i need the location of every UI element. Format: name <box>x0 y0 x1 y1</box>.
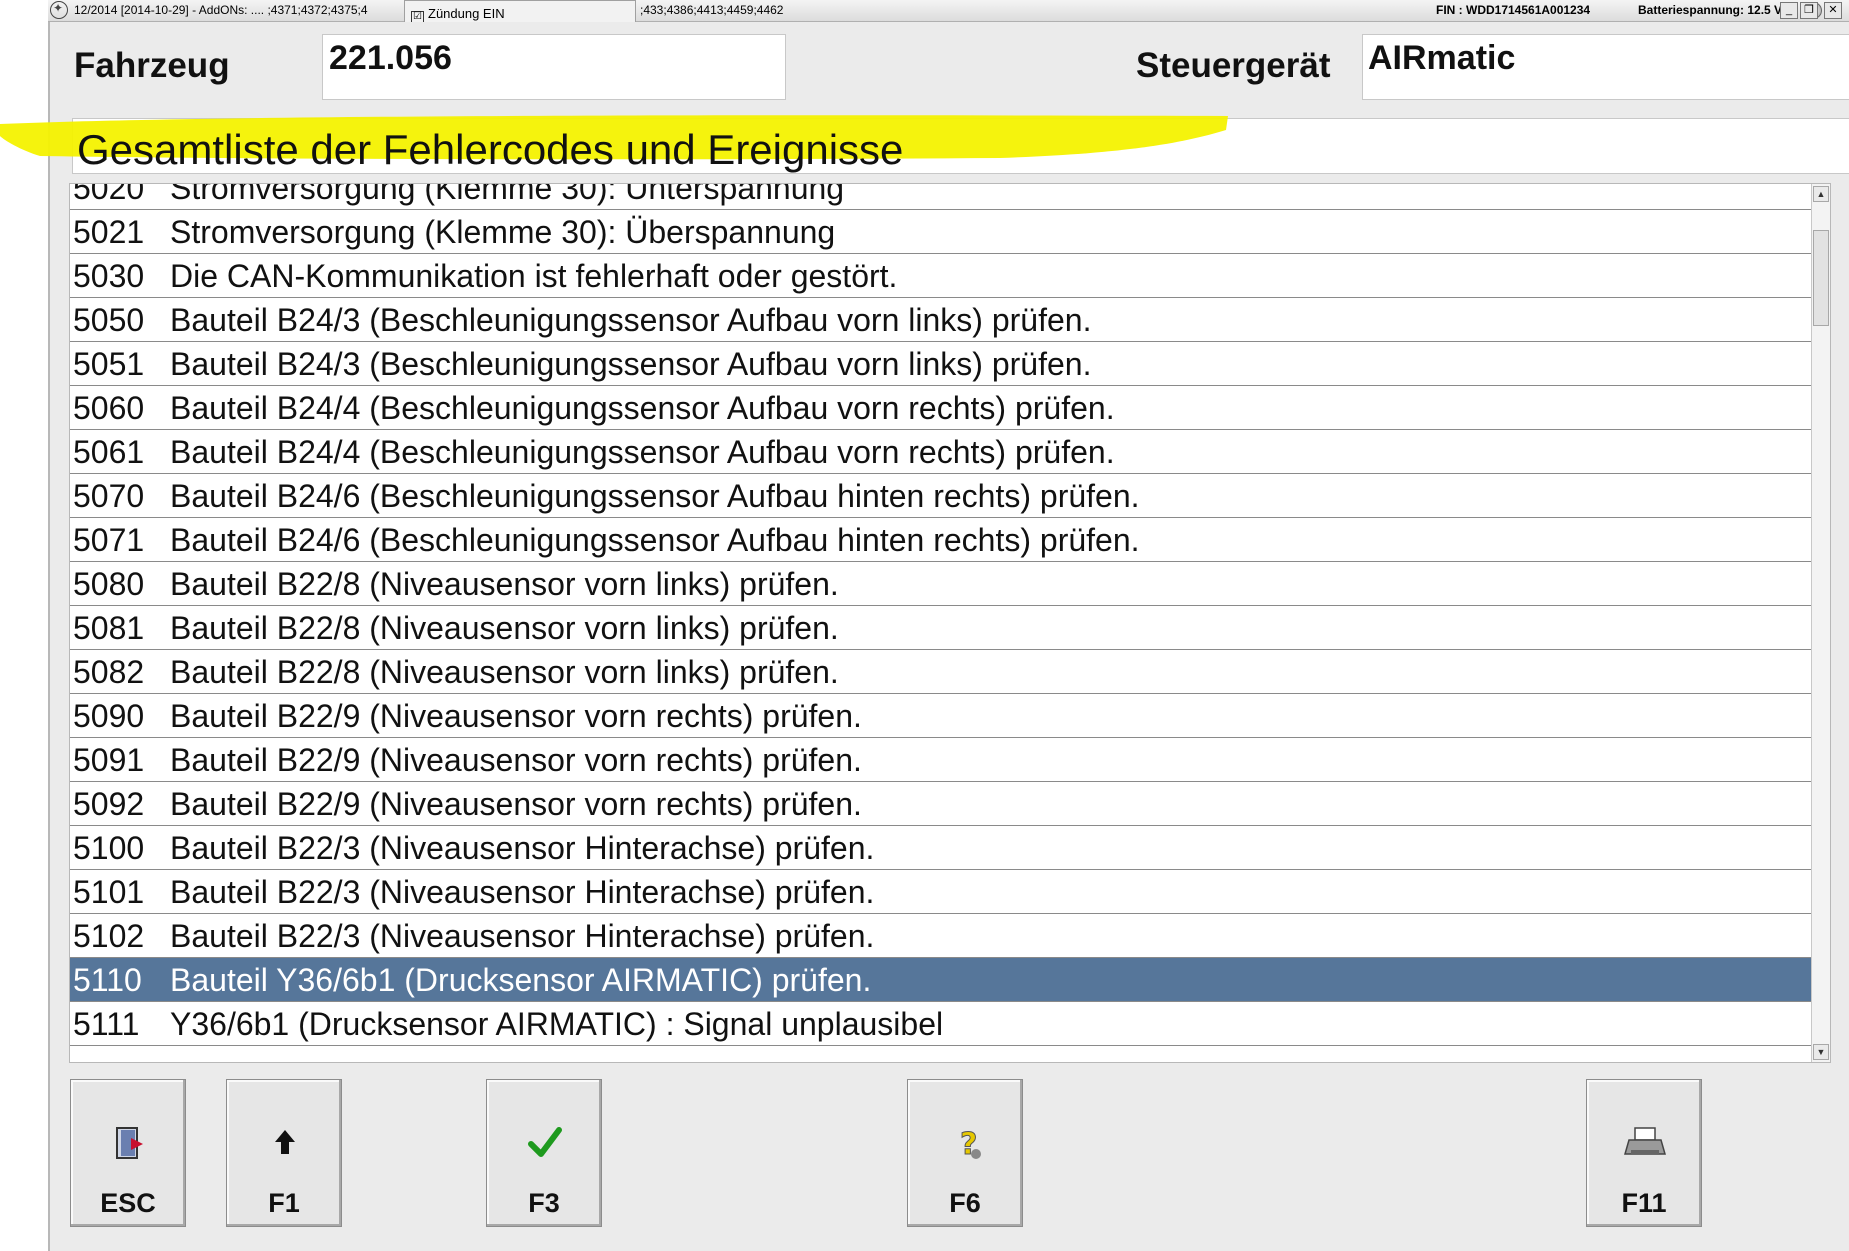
printer-icon <box>1624 1127 1666 1155</box>
fault-code-row[interactable]: 5102 Bauteil B22/3 (Niveausensor Hinterac… <box>70 914 1812 958</box>
fault-code-row[interactable]: 5051 Bauteil B24/3 (Beschleunigungssensor… <box>70 342 1812 386</box>
fault-code: 5051 <box>73 346 145 382</box>
fault-code: 5082 <box>73 654 145 690</box>
fault-code-row[interactable]: 5070 Bauteil B24/6 (Beschleunigungssensor… <box>70 474 1812 518</box>
fault-description: Bauteil Y36/6b1 (Drucksensor AIRMATIC) p… <box>170 962 872 998</box>
fault-description: Bauteil B24/4 (Beschleunigungssensor Auf… <box>170 390 1115 426</box>
fault-description: Bauteil B24/3 (Beschleunigungssensor Auf… <box>170 346 1092 382</box>
fault-description: Bauteil B24/3 (Beschleunigungssensor Auf… <box>170 302 1092 338</box>
f11-key-label: F11 <box>1621 1188 1667 1218</box>
section-header: Gesamtliste der Fehlercodes und Ereignis… <box>72 118 1849 174</box>
fault-description: Stromversorgung (Klemme 30): Überspannun… <box>170 214 836 250</box>
fault-code: 5071 <box>73 522 145 558</box>
fault-code: 5030 <box>73 258 145 294</box>
title-text: 12/2014 [2014-10-29] - AddONs: .... ;437… <box>74 3 368 17</box>
f1-button[interactable]: F1 <box>226 1079 342 1227</box>
fault-code: 5050 <box>73 302 145 338</box>
fault-code-row[interactable]: 5101 Bauteil B22/3 (Niveausensor Hinterac… <box>70 870 1812 914</box>
fault-description: Stromversorgung (Klemme 30): Unterspannu… <box>170 183 845 206</box>
fault-code-row[interactable]: 5080 Bauteil B22/8 (Niveausensor vorn lin… <box>70 562 1812 606</box>
fault-description: Bauteil B22/8 (Niveausensor vorn links) … <box>170 566 839 602</box>
f6-key-label: F6 <box>949 1188 981 1218</box>
vehicle-label: Fahrzeug <box>74 46 230 85</box>
fault-code-row[interactable]: 5060 Bauteil B24/4 (Beschleunigungssensor… <box>70 386 1812 430</box>
fault-code: 5080 <box>73 566 145 602</box>
fault-description: Bauteil B24/4 (Beschleunigungssensor Auf… <box>170 434 1115 470</box>
ignition-label: Zündung EIN <box>428 6 505 21</box>
battery-voltage: Batteriespannung: 12.5 V <box>1638 3 1783 17</box>
exit-door-icon <box>116 1127 143 1159</box>
vehicle-field: 221.056 <box>322 34 786 100</box>
close-button[interactable]: ✕ <box>1824 2 1842 19</box>
f3-button[interactable]: F3 <box>486 1079 602 1227</box>
desktop-margin <box>0 0 48 1251</box>
fault-code-row[interactable]: 5081 Bauteil B22/8 (Niveausensor vorn lin… <box>70 606 1812 650</box>
fault-code-row[interactable]: 5092 Bauteil B22/9 (Niveausensor vorn rec… <box>70 782 1812 826</box>
fault-code-row[interactable]: 5030 Die CAN-Kommunikation ist fehlerhaft… <box>70 254 1812 298</box>
fault-code: 5111 <box>73 1006 140 1042</box>
checkmark-icon <box>528 1127 562 1157</box>
title-bar: 12/2014 [2014-10-29] - AddONs: .... ;437… <box>48 0 1849 28</box>
fault-code-row[interactable]: 5110 Bauteil Y36/6b1 (Drucksensor AIRMATI… <box>70 958 1812 1002</box>
esc-button[interactable]: ESC <box>70 1079 186 1227</box>
fault-description: Bauteil B22/8 (Niveausensor vorn links) … <box>170 610 839 646</box>
vertical-scrollbar[interactable]: ▲ ▼ <box>1811 184 1830 1062</box>
minimize-button[interactable]: _ <box>1780 2 1798 19</box>
scroll-thumb[interactable] <box>1813 230 1829 326</box>
fault-code-row[interactable]: 5020 Stromversorgung (Klemme 30): Untersp… <box>70 183 1812 210</box>
fault-code-list[interactable]: 5020 Stromversorgung (Klemme 30): Untersp… <box>69 183 1831 1063</box>
fault-code-row[interactable]: 5071 Bauteil B24/6 (Beschleunigungssensor… <box>70 518 1812 562</box>
ecu-field: AIRmatic <box>1362 34 1849 100</box>
fault-code: 5101 <box>73 874 145 910</box>
fault-code: 5100 <box>73 830 145 866</box>
fault-description: Bauteil B22/8 (Niveausensor vorn links) … <box>170 654 839 690</box>
fault-code-row[interactable]: 5100 Bauteil B22/3 (Niveausensor Hinterac… <box>70 826 1812 870</box>
fault-code-rows: 5020 Stromversorgung (Klemme 30): Untersp… <box>70 183 1812 1062</box>
fault-code: 5020 <box>73 183 145 206</box>
fault-description: Y36/6b1 (Drucksensor AIRMATIC) : Signal … <box>170 1006 944 1042</box>
fault-code-row[interactable]: 5090 Bauteil B22/9 (Niveausensor vorn rec… <box>70 694 1812 738</box>
fault-description: Bauteil B22/3 (Niveausensor Hinterachse)… <box>170 830 875 866</box>
fault-code: 5090 <box>73 698 145 734</box>
fault-description: Bauteil B24/6 (Beschleunigungssensor Auf… <box>170 478 1140 514</box>
fault-code: 5070 <box>73 478 145 514</box>
app-logo-icon <box>50 1 68 19</box>
restore-button[interactable]: ❐ <box>1800 2 1818 19</box>
fault-description: Bauteil B22/3 (Niveausensor Hinterachse)… <box>170 874 875 910</box>
fault-description: Die CAN-Kommunikation ist fehlerhaft ode… <box>170 258 898 294</box>
fault-code-row[interactable]: 5091 Bauteil B22/9 (Niveausensor vorn rec… <box>70 738 1812 782</box>
fault-description: Bauteil B22/3 (Niveausensor Hinterachse)… <box>170 918 875 954</box>
scroll-up-button[interactable]: ▲ <box>1813 186 1829 202</box>
addons-text: ;433;4386;4413;4459;4462 <box>640 3 784 17</box>
fault-code: 5021 <box>73 214 145 250</box>
section-title: Gesamtliste der Fehlercodes und Ereignis… <box>77 126 904 173</box>
f11-button[interactable]: F11 <box>1586 1079 1702 1227</box>
fault-code: 5091 <box>73 742 145 778</box>
f3-key-label: F3 <box>528 1188 560 1218</box>
fault-code: 5092 <box>73 786 145 822</box>
fault-code-row[interactable]: 5050 Bauteil B24/3 (Beschleunigungssensor… <box>70 298 1812 342</box>
fault-code-row[interactable]: 5061 Bauteil B24/4 (Beschleunigungssensor… <box>70 430 1812 474</box>
fault-code-row[interactable]: 5021 Stromversorgung (Klemme 30): Überspa… <box>70 210 1812 254</box>
fault-description: Bauteil B22/9 (Niveausensor vorn rechts)… <box>170 786 862 822</box>
fault-description: Bauteil B22/9 (Niveausensor vorn rechts)… <box>170 698 862 734</box>
f1-key-label: F1 <box>268 1188 300 1218</box>
fault-description: Bauteil B24/6 (Beschleunigungssensor Auf… <box>170 522 1140 558</box>
fault-code-row[interactable]: 5111 Y36/6b1 (Drucksensor AIRMATIC) : Sig… <box>70 1002 1812 1046</box>
esc-key-label: ESC <box>100 1188 156 1218</box>
fault-code: 5061 <box>73 434 145 470</box>
fault-code-row-partial[interactable] <box>70 1046 1812 1062</box>
fin-text: FIN : WDD1714561A001234 <box>1436 3 1591 17</box>
arrow-up-icon <box>275 1130 295 1154</box>
fault-code: 5102 <box>73 918 145 954</box>
fault-code: 5110 <box>73 962 142 998</box>
scroll-down-button[interactable]: ▼ <box>1813 1044 1829 1060</box>
fault-code: 5060 <box>73 390 145 426</box>
fault-description: Bauteil B22/9 (Niveausensor vorn rechts)… <box>170 742 862 778</box>
f6-button[interactable]: ? F6 <box>907 1079 1023 1227</box>
ecu-label: Steuergerät <box>1136 46 1331 85</box>
fault-code-row[interactable]: 5082 Bauteil B22/8 (Niveausensor vorn lin… <box>70 650 1812 694</box>
fault-code: 5081 <box>73 610 145 646</box>
help-question-icon: ? <box>960 1127 981 1163</box>
